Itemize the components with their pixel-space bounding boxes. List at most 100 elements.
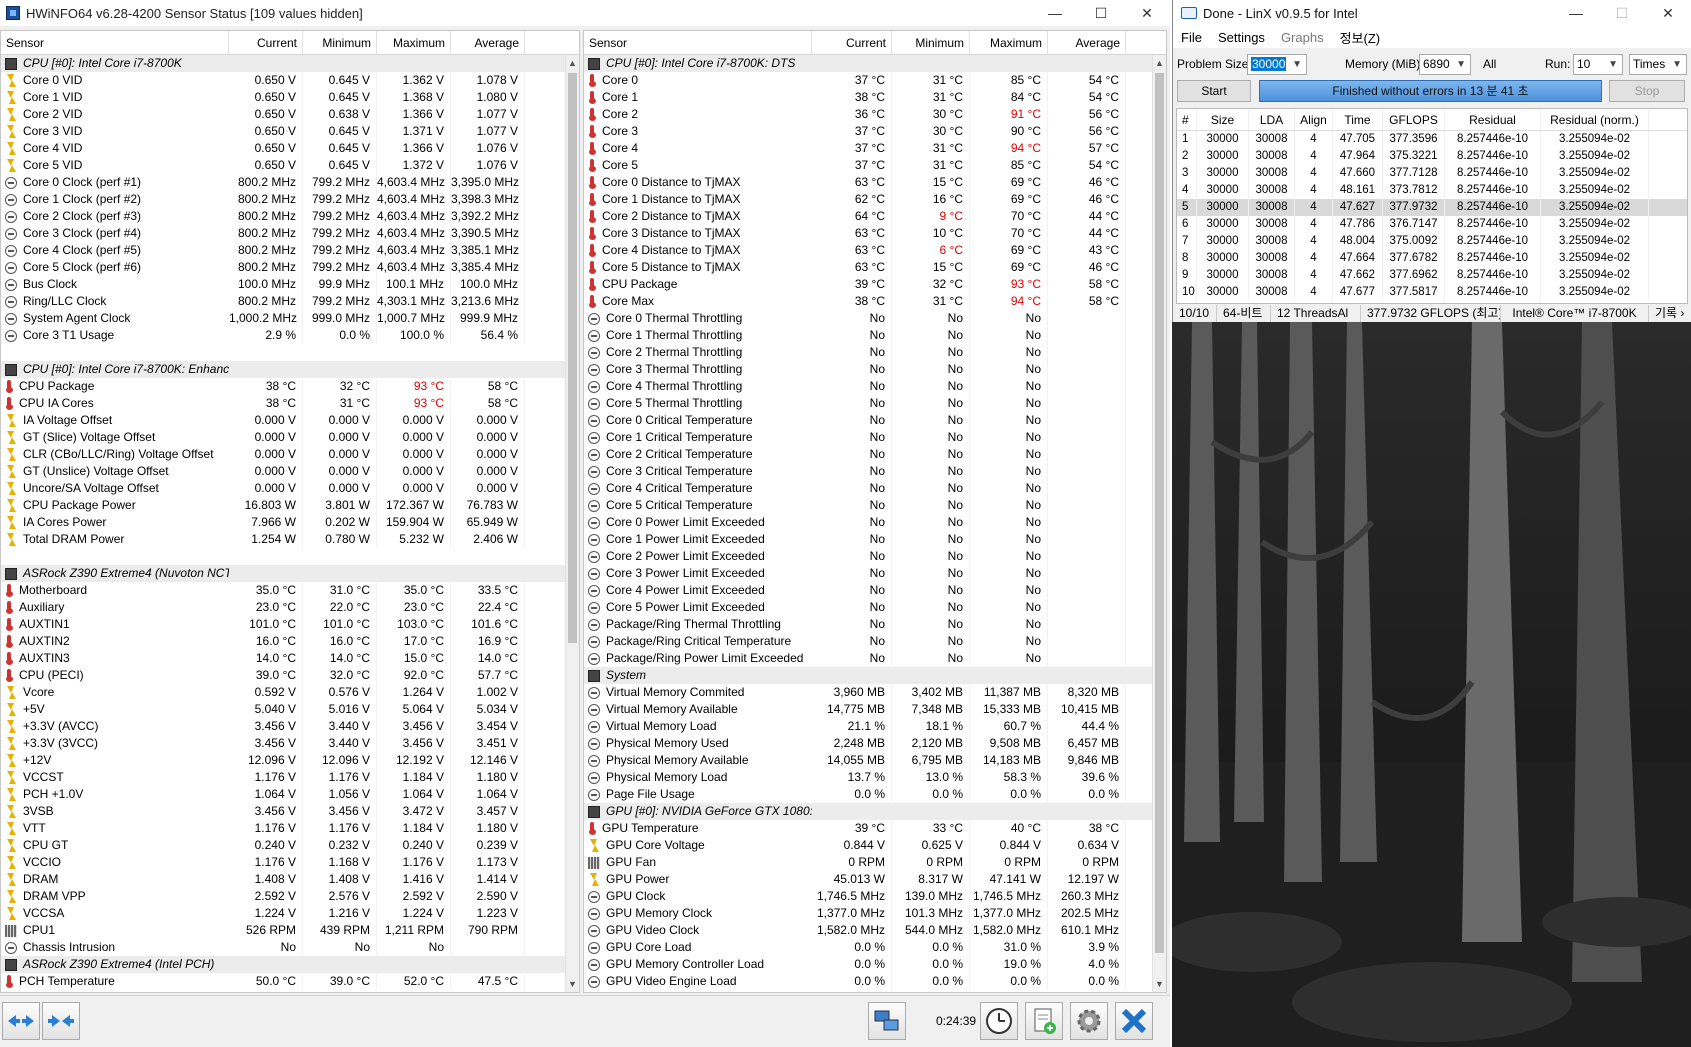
sensor-row[interactable]: Virtual Memory Load 21.1 % 18.1 % 60.7 % 44.… — [584, 718, 1166, 735]
sensor-row[interactable]: Core 3 Power Limit Exceeded No No No — [584, 565, 1166, 582]
sensor-group-row[interactable]: GPU [#0]: NVIDIA GeForce GTX 1080: — [584, 803, 1166, 820]
sensor-row[interactable]: Uncore/SA Voltage Offset 0.000 V 0.000 V 0.… — [1, 480, 579, 497]
sensor-row[interactable]: Core 1 38 °C 31 °C 84 °C 54 °C — [584, 89, 1166, 106]
menu-settings[interactable]: Settings — [1210, 30, 1273, 45]
sensor-row[interactable]: Core 3 Thermal Throttling No No No — [584, 361, 1166, 378]
sensor-row[interactable]: CPU1 526 RPM 439 RPM 1,211 RPM 790 RPM — [1, 922, 579, 939]
sensor-row[interactable]: GPU Memory Controller Load 0.0 % 0.0 % 19.0… — [584, 956, 1166, 973]
minimize-icon[interactable]: — — [1553, 0, 1599, 26]
sensor-row[interactable]: Core 3 Clock (perf #4) 800.2 MHz 799.2 MHz… — [1, 225, 579, 242]
sensor-row[interactable]: Core 3 Distance to TjMAX 63 °C 10 °C 70 °C 4… — [584, 225, 1166, 242]
linx-titlebar[interactable]: Done - LinX v0.9.5 for Intel — ☐ ✕ — [1173, 0, 1691, 26]
sensor-row[interactable]: Core 0 Critical Temperature No No No — [584, 412, 1166, 429]
start-button[interactable]: Start — [1177, 80, 1251, 102]
memory-all-option[interactable]: All — [1483, 57, 1496, 71]
run-mode-combo[interactable]: Times ▼ — [1629, 54, 1687, 75]
sensor-row[interactable]: GPU Fan 0 RPM 0 RPM 0 RPM 0 RPM — [584, 854, 1166, 871]
sensor-row[interactable]: Core 1 VID 0.650 V 0.645 V 1.368 V 1.080 V — [1, 89, 579, 106]
sensor-row[interactable]: Core 3 37 °C 30 °C 90 °C 56 °C — [584, 123, 1166, 140]
results-col-gflops[interactable]: GFLOPS — [1383, 109, 1445, 130]
table-row[interactable]: 1 30000 30008 4 47.705 377.3596 8.257446e-10 3.… — [1177, 131, 1687, 148]
minimize-icon[interactable]: — — [1032, 0, 1078, 26]
sensor-row[interactable]: Core 2 Thermal Throttling No No No — [584, 344, 1166, 361]
sensor-row[interactable]: +5V 5.040 V 5.016 V 5.064 V 5.034 V — [1, 701, 579, 718]
sensor-row[interactable]: Core 2 Power Limit Exceeded No No No — [584, 548, 1166, 565]
sensor-row[interactable]: GPU Power 45.013 W 8.317 W 47.141 W 12.197 W — [584, 871, 1166, 888]
sensor-row[interactable]: Physical Memory Available 14,055 MB 6,795 … — [584, 752, 1166, 769]
sensor-row[interactable]: GPU Clock 1,746.5 MHz 139.0 MHz 1,746.5 MHz… — [584, 888, 1166, 905]
table-row[interactable]: 6 30000 30008 4 47.786 376.7147 8.257446e-10 3.… — [1177, 216, 1687, 233]
sensor-row[interactable]: GT (Unslice) Voltage Offset 0.000 V 0.000 … — [1, 463, 579, 480]
menu-info[interactable]: 정보(Z) — [1332, 28, 1389, 47]
col-maximum[interactable]: Maximum — [377, 31, 451, 54]
sensor-row[interactable]: Package/Ring Thermal Throttling No No No — [584, 616, 1166, 633]
sensor-row[interactable]: AUXTIN3 14.0 °C 14.0 °C 15.0 °C 14.0 °C — [1, 650, 579, 667]
expand-arrows-button[interactable] — [2, 1002, 40, 1040]
sensor-row[interactable]: Core 0 Power Limit Exceeded No No No — [584, 514, 1166, 531]
results-col-lda[interactable]: LDA — [1249, 109, 1295, 130]
sensor-row[interactable]: CPU (PECI) 39.0 °C 32.0 °C 92.0 °C 57.7 °C — [1, 667, 579, 684]
col-sensor[interactable]: Sensor — [584, 31, 812, 54]
scroll-down-icon[interactable]: ▼ — [1153, 976, 1166, 992]
sensor-row[interactable]: CLR (CBo/LLC/Ring) Voltage Offset 0.000 V… — [1, 446, 579, 463]
sensor-row[interactable]: CPU Package 39 °C 32 °C 93 °C 58 °C — [584, 276, 1166, 293]
sensor-row[interactable]: Core 3 Critical Temperature No No No — [584, 463, 1166, 480]
close-icon[interactable]: ✕ — [1645, 0, 1691, 26]
sensor-row[interactable]: Core 5 Thermal Throttling No No No — [584, 395, 1166, 412]
sensor-row[interactable]: Package/Ring Power Limit Exceeded No No No — [584, 650, 1166, 667]
sensor-row[interactable]: Core 2 Clock (perf #3) 800.2 MHz 799.2 MHz… — [1, 208, 579, 225]
sensor-group-row[interactable]: ASRock Z390 Extreme4 (Intel PCH) — [1, 956, 579, 973]
sensor-row[interactable]: GPU Core Load 0.0 % 0.0 % 31.0 % 3.9 % — [584, 939, 1166, 956]
table-row[interactable]: 2 30000 30008 4 47.964 375.3221 8.257446e-10 3.… — [1177, 148, 1687, 165]
sensor-row[interactable]: Package/Ring Critical Temperature No No No — [584, 633, 1166, 650]
close-icon[interactable]: ✕ — [1124, 0, 1170, 26]
sensor-group-row[interactable]: CPU [#0]: Intel Core i7-8700K: Enhanced — [1, 361, 579, 378]
sensor-row[interactable]: Core 3 T1 Usage 2.9 % 0.0 % 100.0 % 56.4 % — [1, 327, 579, 344]
sensor-row[interactable]: Core 0 Thermal Throttling No No No — [584, 310, 1166, 327]
col-current[interactable]: Current — [812, 31, 892, 54]
sensor-row[interactable]: Core 0 VID 0.650 V 0.645 V 1.362 V 1.078 V — [1, 72, 579, 89]
sensor-row[interactable]: VCCST 1.176 V 1.176 V 1.184 V 1.180 V — [1, 769, 579, 786]
sensor-row[interactable]: Core 4 Critical Temperature No No No — [584, 480, 1166, 497]
sensor-row[interactable]: 3VSB 3.456 V 3.456 V 3.472 V 3.457 V — [1, 803, 579, 820]
sensor-row[interactable]: Bus Clock 100.0 MHz 99.9 MHz 100.1 MHz 100.0… — [1, 276, 579, 293]
sensor-row[interactable]: Core 5 Power Limit Exceeded No No No — [584, 599, 1166, 616]
menu-graphs[interactable]: Graphs — [1273, 30, 1332, 45]
exit-button[interactable] — [1115, 1002, 1153, 1040]
network-button[interactable] — [868, 1002, 906, 1040]
table-row[interactable]: 4 30000 30008 4 48.161 373.7812 8.257446e-10 3.… — [1177, 182, 1687, 199]
sensor-row[interactable]: PCH Temperature 50.0 °C 39.0 °C 52.0 °C 47.5… — [1, 973, 579, 990]
sensor-row[interactable]: GPU Video Clock 1,582.0 MHz 544.0 MHz 1,582… — [584, 922, 1166, 939]
sensor-row[interactable]: Core 1 Distance to TjMAX 62 °C 16 °C 69 °C 4… — [584, 191, 1166, 208]
sensor-row[interactable]: Core 2 VID 0.650 V 0.638 V 1.366 V 1.077 V — [1, 106, 579, 123]
timer-button[interactable] — [980, 1002, 1018, 1040]
results-col-residual[interactable]: Residual — [1445, 109, 1541, 130]
menu-file[interactable]: File — [1173, 30, 1210, 45]
scrollbar-left[interactable]: ▲ ▼ — [565, 55, 579, 992]
sensor-row[interactable]: Core 4 37 °C 31 °C 94 °C 57 °C — [584, 140, 1166, 157]
collapse-arrows-button[interactable] — [42, 1002, 80, 1040]
sensor-row[interactable]: PCH +1.0V 1.064 V 1.056 V 1.064 V 1.064 V — [1, 786, 579, 803]
sensor-row[interactable]: Core 2 Distance to TjMAX 64 °C 9 °C 70 °C 44… — [584, 208, 1166, 225]
problem-size-combo[interactable]: 30000 ▼ — [1247, 54, 1307, 75]
sensor-row[interactable]: Core Max 38 °C 31 °C 94 °C 58 °C — [584, 293, 1166, 310]
results-col-time[interactable]: Time — [1333, 109, 1383, 130]
sensor-row[interactable]: Core 4 Power Limit Exceeded No No No — [584, 582, 1166, 599]
sensor-row[interactable]: Core 5 Clock (perf #6) 800.2 MHz 799.2 MHz… — [1, 259, 579, 276]
sensor-row[interactable]: Page File Usage 0.0 % 0.0 % 0.0 % 0.0 % — [584, 786, 1166, 803]
scroll-thumb[interactable] — [1155, 73, 1164, 953]
sensor-row[interactable]: Core 1 Power Limit Exceeded No No No — [584, 531, 1166, 548]
sensor-row[interactable]: AUXTIN2 16.0 °C 16.0 °C 17.0 °C 16.9 °C — [1, 633, 579, 650]
memory-combo[interactable]: 6890 ▼ — [1419, 54, 1471, 75]
sensor-row[interactable]: Virtual Memory Commited 3,960 MB 3,402 MB 1… — [584, 684, 1166, 701]
sensor-pane-right[interactable]: Sensor Current Minimum Maximum Average C… — [583, 30, 1167, 993]
sensor-row[interactable]: Physical Memory Load 13.7 % 13.0 % 58.3 % 39… — [584, 769, 1166, 786]
settings-button[interactable] — [1070, 1002, 1108, 1040]
table-row[interactable]: 7 30000 30008 4 48.004 375.0092 8.257446e-10 3.… — [1177, 233, 1687, 250]
table-row[interactable]: 5 30000 30008 4 47.627 377.9732 8.257446e-10 3.… — [1177, 199, 1687, 216]
scrollbar-right[interactable]: ▲ ▼ — [1152, 55, 1166, 992]
sensor-row[interactable]: Vcore 0.592 V 0.576 V 1.264 V 1.002 V — [1, 684, 579, 701]
results-col-align[interactable]: Align — [1295, 109, 1333, 130]
sensor-row[interactable]: GT (Slice) Voltage Offset 0.000 V 0.000 V0… — [1, 429, 579, 446]
sensor-row[interactable]: +3.3V (AVCC) 3.456 V 3.440 V 3.456 V 3.454 V — [1, 718, 579, 735]
